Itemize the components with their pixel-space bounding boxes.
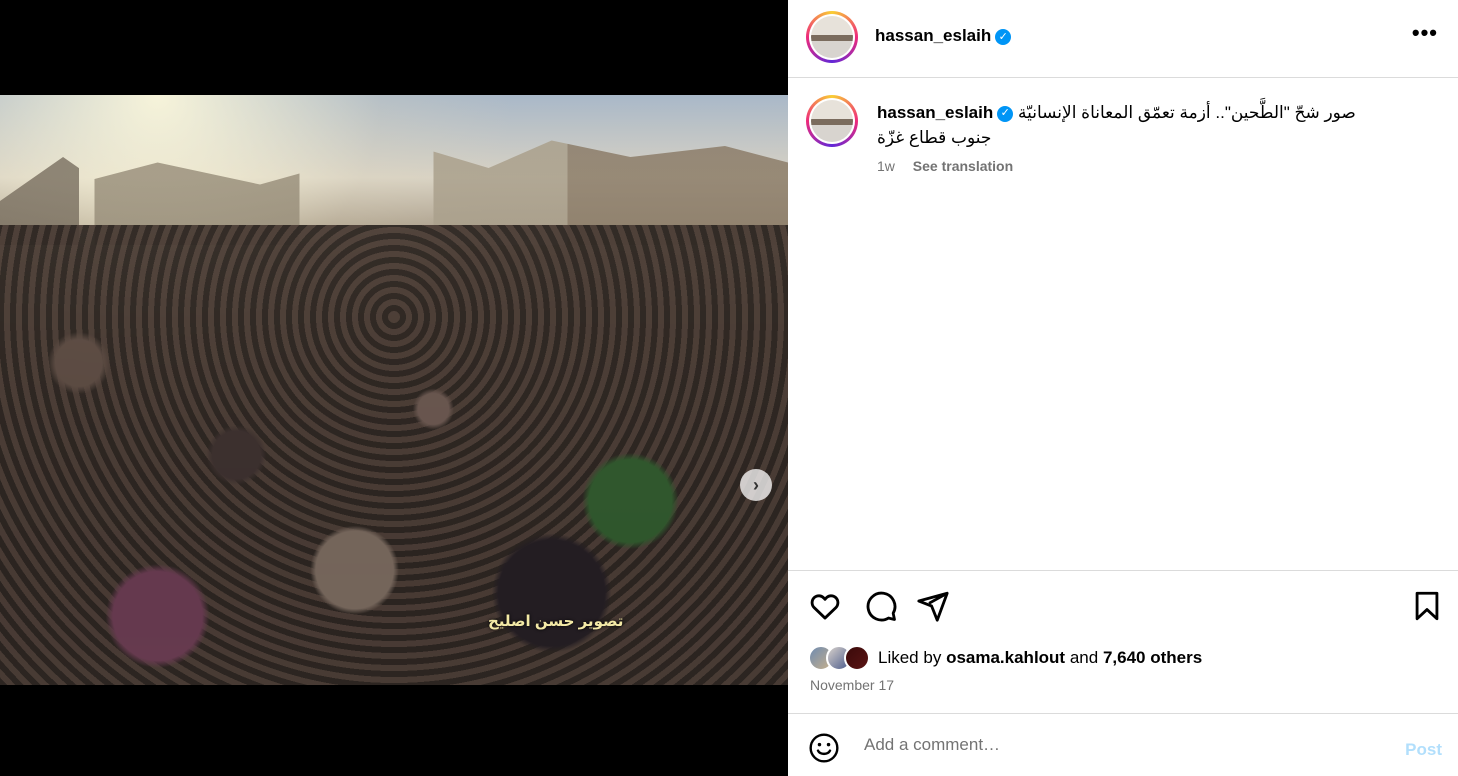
post-age[interactable]: 1w (877, 158, 895, 174)
caption-text: hassan_eslaih ✓ صور شحّ "الطَّحين".. أزمة… (877, 100, 1397, 150)
caption-body-line1: صور شحّ "الطَّحين".. أزمة تعمّق المعاناة… (1017, 103, 1356, 122)
liked-by-user[interactable]: osama.kahlout (946, 648, 1065, 668)
post-comment-button[interactable]: Post (1405, 740, 1442, 760)
author-avatar[interactable] (806, 11, 858, 63)
heart-icon[interactable] (808, 589, 842, 623)
caption-meta: 1w See translation (877, 158, 1013, 174)
see-translation-link[interactable]: See translation (913, 158, 1013, 174)
next-slide-button[interactable]: › (740, 469, 772, 501)
comment-bar: Post (788, 713, 1458, 776)
media-viewer: تصوير حسن اصليح › (0, 0, 788, 776)
action-bar: Liked by osama.kahlout and 7,640 others … (788, 570, 1458, 714)
post-header: hassan_eslaih ✓ ••• (788, 0, 1458, 78)
send-icon[interactable] (916, 589, 950, 623)
caption-username[interactable]: hassan_eslaih (877, 103, 993, 122)
post-date[interactable]: November 17 (810, 677, 894, 693)
post-photo[interactable]: تصوير حسن اصليح › (0, 95, 788, 685)
likes-and-label: and (1069, 648, 1099, 667)
comment-input[interactable] (862, 734, 1386, 756)
author-username[interactable]: hassan_eslaih ✓ (875, 26, 1012, 46)
photo-crowd (0, 225, 788, 685)
liker-avatar (844, 645, 870, 671)
likes-summary: Liked by osama.kahlout and 7,640 others (808, 645, 1202, 671)
chevron-right-icon: › (753, 474, 759, 495)
likes-others-count[interactable]: 7,640 others (1103, 648, 1202, 668)
liker-avatars[interactable] (808, 645, 870, 671)
emoji-icon[interactable] (808, 732, 840, 764)
liked-by-label: Liked by (878, 648, 942, 667)
more-options-icon[interactable]: ••• (1412, 20, 1438, 46)
caption-section: hassan_eslaih ✓ صور شحّ "الطَّحين".. أزمة… (788, 78, 1458, 570)
verified-badge-icon: ✓ (997, 105, 1014, 122)
verified-badge-icon: ✓ (995, 28, 1012, 45)
instagram-post-view: تصوير حسن اصليح › hassan_eslaih ✓ ••• ha… (0, 0, 1458, 776)
photo-watermark: تصوير حسن اصليح (488, 613, 624, 630)
post-panel: hassan_eslaih ✓ ••• hassan_eslaih ✓ صور شح… (788, 0, 1458, 776)
caption-avatar[interactable] (806, 95, 858, 147)
comment-icon[interactable] (864, 589, 898, 623)
bookmark-icon[interactable] (1410, 589, 1444, 623)
caption-body-line2: جنوب قطاع غزّة (877, 128, 992, 147)
